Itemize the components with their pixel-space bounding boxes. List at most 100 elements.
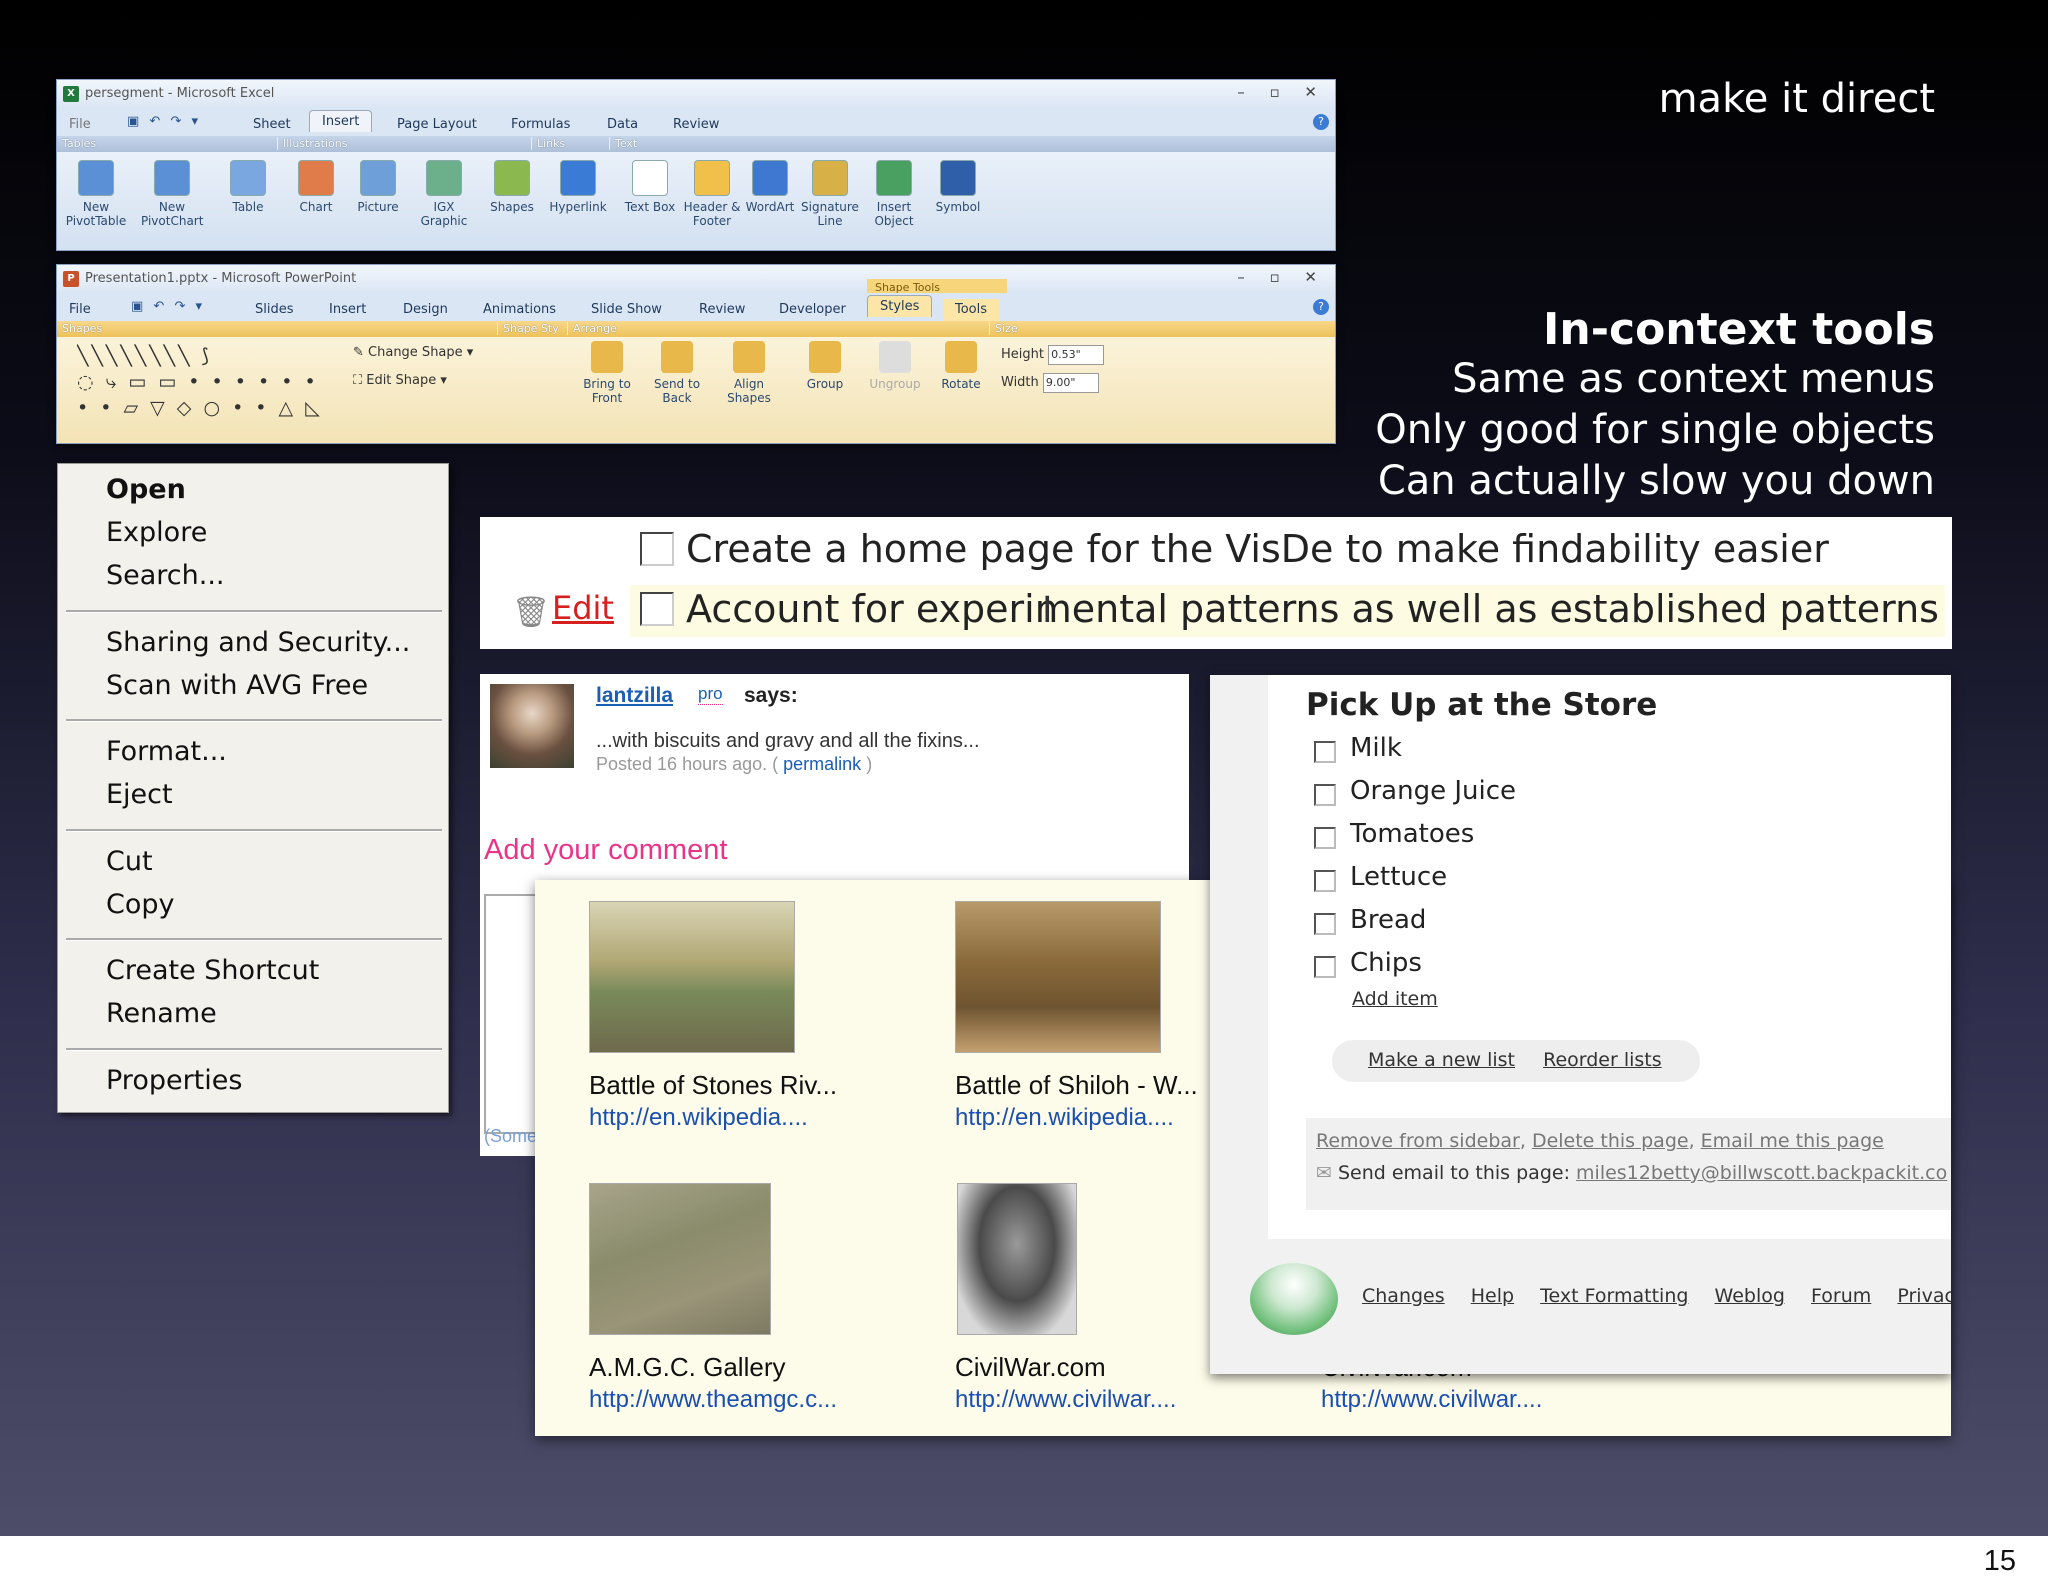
pro-badge[interactable]: pro xyxy=(698,684,723,705)
list-item-checkbox[interactable] xyxy=(1314,956,1336,978)
make-new-list-link[interactable]: Make a new list xyxy=(1368,1049,1515,1071)
result-title[interactable]: Battle of Shiloh - W... xyxy=(955,1070,1198,1101)
menu-item-cut[interactable]: Cut xyxy=(106,846,153,877)
edit-shape-button[interactable]: ⛶ Edit Shape ▾ xyxy=(353,373,447,388)
ribbon-button[interactable]: Text Box xyxy=(619,160,681,214)
menu-item-copy[interactable]: Copy xyxy=(106,889,175,920)
permalink-link[interactable]: permalink xyxy=(783,754,861,774)
width-field[interactable]: Width 9.00" xyxy=(1001,373,1099,393)
tab-insert[interactable]: Insert xyxy=(309,110,373,132)
menu-item-format[interactable]: Format... xyxy=(106,736,227,767)
result-title[interactable]: Battle of Stones Riv... xyxy=(589,1070,837,1101)
tab-data[interactable]: Data xyxy=(595,114,650,136)
ribbon-button[interactable]: Chart xyxy=(285,160,347,214)
ribbon-button[interactable]: Shapes xyxy=(481,160,543,214)
tab-review[interactable]: Review xyxy=(687,299,757,321)
footer-link-weblog[interactable]: Weblog xyxy=(1715,1285,1785,1307)
ribbon-button[interactable]: Picture xyxy=(347,160,409,214)
footer-link-text-formatting[interactable]: Text Formatting xyxy=(1540,1285,1688,1307)
footer-link-help[interactable]: Help xyxy=(1471,1285,1514,1307)
ribbon-button[interactable]: Header & Footer xyxy=(681,160,743,228)
result-url[interactable]: http://www.civilwar.... xyxy=(1321,1386,1542,1414)
arrange-button[interactable]: Bring to Front xyxy=(575,341,639,405)
menu-item-eject[interactable]: Eject xyxy=(106,779,173,810)
username-link[interactable]: lantzilla xyxy=(596,684,673,708)
menu-item-scan-avg[interactable]: Scan with AVG Free xyxy=(106,670,368,701)
list-item-checkbox[interactable] xyxy=(1314,870,1336,892)
arrange-button[interactable]: Ungroup xyxy=(863,341,927,391)
add-item-link[interactable]: Add item xyxy=(1352,988,1438,1010)
tab-file[interactable]: File xyxy=(57,114,103,136)
tab-styles[interactable]: Styles xyxy=(867,295,933,317)
tab-review[interactable]: Review xyxy=(661,114,731,136)
height-field[interactable]: Height 0.53" xyxy=(1001,345,1105,365)
list-item-checkbox[interactable] xyxy=(1314,827,1336,849)
edit-link[interactable]: Edit xyxy=(552,589,614,627)
arrange-button[interactable]: Group xyxy=(793,341,857,391)
send-email-address[interactable]: miles12betty@billwscott.backpackit.co xyxy=(1576,1162,1947,1184)
trash-icon[interactable]: 🗑 xyxy=(512,595,550,630)
result-thumbnail[interactable] xyxy=(955,901,1161,1053)
ribbon-button[interactable]: WordArt xyxy=(739,160,801,214)
tab-slides[interactable]: Slides xyxy=(243,299,306,321)
footer-link-changes[interactable]: Changes xyxy=(1362,1285,1445,1307)
tab-page-layout[interactable]: Page Layout xyxy=(385,114,489,136)
result-url[interactable]: http://www.theamgc.c... xyxy=(589,1386,837,1414)
arrange-button[interactable]: Send to Back xyxy=(645,341,709,405)
tab-file[interactable]: File xyxy=(57,299,103,321)
todo-checkbox[interactable] xyxy=(640,532,674,566)
window-controls[interactable]: – ▫ ✕ xyxy=(1237,268,1327,286)
result-thumbnail[interactable] xyxy=(957,1183,1077,1335)
tab-developer[interactable]: Developer xyxy=(767,299,858,321)
tab-formulas[interactable]: Formulas xyxy=(499,114,582,136)
result-title[interactable]: CivilWar.com xyxy=(955,1352,1106,1383)
help-icon[interactable]: ? xyxy=(1313,114,1329,130)
help-icon[interactable]: ? xyxy=(1313,299,1329,315)
delete-page-link[interactable]: Delete this page xyxy=(1532,1130,1689,1152)
result-url[interactable]: http://www.civilwar.... xyxy=(955,1386,1176,1414)
avatar[interactable] xyxy=(490,684,574,768)
tab-sheet[interactable]: Sheet xyxy=(241,114,303,136)
email-page-link[interactable]: Email me this page xyxy=(1701,1130,1884,1152)
list-item-checkbox[interactable] xyxy=(1314,741,1336,763)
menu-item-explore[interactable]: Explore xyxy=(106,517,207,548)
remove-from-sidebar-link[interactable]: Remove from sidebar xyxy=(1316,1130,1520,1152)
list-item-checkbox[interactable] xyxy=(1314,913,1336,935)
height-input[interactable]: 0.53" xyxy=(1048,345,1105,365)
menu-item-sharing[interactable]: Sharing and Security... xyxy=(106,627,410,658)
width-input[interactable]: 9.00" xyxy=(1042,373,1099,393)
ribbon-button[interactable]: Symbol xyxy=(927,160,989,214)
ribbon-button[interactable]: IGX Graphic xyxy=(413,160,475,228)
menu-item-create-shortcut[interactable]: Create Shortcut xyxy=(106,955,319,986)
ribbon-button[interactable]: Table xyxy=(217,160,279,214)
footer-link-privacy[interactable]: Privacy xyxy=(1897,1285,1951,1307)
quick-access-toolbar[interactable]: ▣ ↶ ↷ ▾ xyxy=(131,299,205,314)
ribbon-button[interactable]: Hyperlink xyxy=(547,160,609,214)
menu-item-search[interactable]: Search... xyxy=(106,560,225,591)
change-shape-button[interactable]: ✎ Change Shape ▾ xyxy=(353,345,473,360)
tab-design[interactable]: Design xyxy=(391,299,460,321)
ribbon-button[interactable]: New PivotTable xyxy=(65,160,127,228)
window-controls[interactable]: – ▫ ✕ xyxy=(1237,83,1327,101)
ribbon-button[interactable]: Signature Line xyxy=(799,160,861,228)
result-thumbnail[interactable] xyxy=(589,1183,771,1335)
result-url[interactable]: http://en.wikipedia.... xyxy=(955,1104,1174,1132)
todo-checkbox[interactable] xyxy=(640,592,674,626)
tab-slide-show[interactable]: Slide Show xyxy=(579,299,674,321)
result-title[interactable]: A.M.G.C. Gallery xyxy=(589,1352,785,1383)
arrange-button[interactable]: Align Shapes xyxy=(717,341,781,405)
menu-item-properties[interactable]: Properties xyxy=(106,1065,242,1096)
tab-animations[interactable]: Animations xyxy=(471,299,568,321)
result-thumbnail[interactable] xyxy=(589,901,795,1053)
ribbon-button[interactable]: Insert Object xyxy=(863,160,925,228)
footer-link-forum[interactable]: Forum xyxy=(1811,1285,1871,1307)
menu-item-rename[interactable]: Rename xyxy=(106,998,217,1029)
tab-insert[interactable]: Insert xyxy=(317,299,378,321)
ribbon-button[interactable]: New PivotChart xyxy=(141,160,203,228)
arrange-button[interactable]: Rotate xyxy=(929,341,993,391)
menu-item-open[interactable]: Open xyxy=(106,474,186,505)
quick-access-toolbar[interactable]: ▣ ↶ ↷ ▾ xyxy=(127,114,201,129)
reorder-lists-link[interactable]: Reorder lists xyxy=(1543,1049,1662,1071)
shapes-gallery[interactable]: ╲╲╲╲╲╲╲╲ ⟆ ◌ ⤷ ▭ ▭ • • • • • • • • ▱ ▽ ◇ ○… xyxy=(77,343,347,431)
list-item-checkbox[interactable] xyxy=(1314,784,1336,806)
